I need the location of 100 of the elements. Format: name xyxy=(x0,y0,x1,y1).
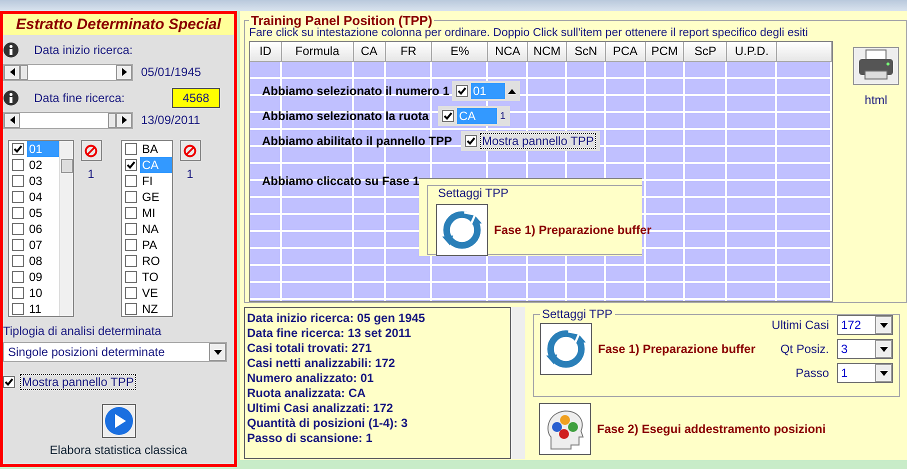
list-item[interactable]: 04 xyxy=(27,189,59,205)
list-item[interactable]: PA xyxy=(140,237,172,253)
value-dropdown[interactable]: 3 xyxy=(837,339,893,359)
checkbox[interactable] xyxy=(125,191,137,203)
checkbox[interactable] xyxy=(12,287,24,299)
caret-icon[interactable] xyxy=(880,346,888,352)
checkbox[interactable] xyxy=(12,191,24,203)
checkbox[interactable] xyxy=(442,110,454,122)
list-item[interactable]: 11 xyxy=(27,301,59,317)
checkbox[interactable] xyxy=(3,376,15,388)
hint-text: Fare click su intestazione colonna per ordinare. Doppio Click sull'item per ottenere il report specifico degli esiti xyxy=(249,27,809,39)
checkbox[interactable] xyxy=(12,223,24,235)
column-header[interactable]: NCA xyxy=(488,42,528,62)
caret-icon[interactable] xyxy=(214,350,222,354)
field-label: Tiplogia di analisi determinata xyxy=(3,324,162,338)
right-arrow-icon[interactable] xyxy=(122,116,126,124)
checkbox[interactable] xyxy=(12,175,24,187)
checkbox[interactable] xyxy=(125,223,137,235)
column-header[interactable]: ScP xyxy=(684,42,728,62)
checkbox-label[interactable]: Mostra pannello TPP xyxy=(20,374,136,390)
tutorial-step: Abbiamo cliccato su Fase 1 xyxy=(262,174,420,188)
column-header[interactable]: ID xyxy=(250,42,282,62)
list-item[interactable]: MI xyxy=(140,205,172,221)
info-icon[interactable] xyxy=(3,42,19,58)
column-header[interactable]: NCM xyxy=(528,42,567,62)
analysis-dropdown[interactable]: Singole posizioni determinate xyxy=(3,342,227,362)
column-header[interactable]: PCM xyxy=(646,42,684,62)
left-arrow-icon[interactable] xyxy=(10,116,14,124)
checkbox[interactable] xyxy=(456,85,468,97)
list-item[interactable]: 05 xyxy=(27,205,59,221)
checkbox-list[interactable]: 01 02 03 04 05 06 07 08 09 10 11 xyxy=(8,140,74,317)
panel-title: Training Panel Position (TPP) xyxy=(250,13,434,28)
checkbox[interactable] xyxy=(125,207,137,219)
date-slider[interactable] xyxy=(3,64,133,80)
summary-line: Ruota analizzata: CA xyxy=(247,386,367,401)
checkbox[interactable] xyxy=(12,255,24,267)
list-item[interactable]: FI xyxy=(140,173,172,189)
checkbox[interactable] xyxy=(465,135,477,147)
caret-icon[interactable] xyxy=(880,370,888,376)
checkbox[interactable] xyxy=(12,239,24,251)
left-arrow-icon[interactable] xyxy=(10,68,14,76)
play-button[interactable] xyxy=(102,404,136,438)
column-header[interactable]: U.P.D. xyxy=(727,42,778,62)
list-item[interactable]: GE xyxy=(140,189,172,205)
list-item[interactable]: NZ xyxy=(140,301,172,317)
checkbox[interactable] xyxy=(12,143,24,155)
slider-thumb[interactable] xyxy=(108,112,116,128)
list-item[interactable]: 02 xyxy=(27,157,59,173)
clear-button[interactable] xyxy=(180,140,200,161)
slider-thumb[interactable] xyxy=(20,64,28,80)
list-item[interactable]: BA xyxy=(140,141,172,157)
date-slider[interactable] xyxy=(3,112,133,128)
column-header[interactable]: E% xyxy=(432,42,488,62)
checkbox[interactable] xyxy=(12,207,24,219)
column-header[interactable]: FR xyxy=(386,42,432,62)
summary-line: Data inizio ricerca: 05 gen 1945 xyxy=(247,311,426,326)
list-item[interactable]: 08 xyxy=(27,253,59,269)
summary-line: Casi netti analizzabili: 172 xyxy=(247,356,396,371)
group-title: Settaggi TPP xyxy=(436,186,510,200)
list-item[interactable]: 06 xyxy=(27,221,59,237)
list-item[interactable]: 10 xyxy=(27,285,59,301)
phase1-button[interactable] xyxy=(540,323,592,375)
value-dropdown[interactable]: 1 xyxy=(837,363,893,383)
column-header[interactable]: CA xyxy=(354,42,386,62)
printer-button[interactable] xyxy=(853,47,899,85)
checkbox[interactable] xyxy=(125,303,137,315)
info-icon[interactable] xyxy=(3,90,19,106)
summary-line: Casi totali trovati: 271 xyxy=(247,341,373,356)
list-item[interactable]: TO xyxy=(140,269,172,285)
column-header[interactable]: Formula xyxy=(282,42,354,62)
column-header[interactable]: ScN xyxy=(566,42,606,62)
checkbox[interactable] xyxy=(12,303,24,315)
column-header[interactable]: PCA xyxy=(606,42,646,62)
checkbox[interactable] xyxy=(125,287,137,299)
checkbox[interactable] xyxy=(125,271,137,283)
caret-icon[interactable] xyxy=(880,322,888,328)
checkbox[interactable] xyxy=(125,255,137,267)
phase2-button[interactable] xyxy=(539,403,591,455)
list-item[interactable]: RO xyxy=(140,253,172,269)
list-item[interactable]: 03 xyxy=(27,173,59,189)
selection-count: 1 xyxy=(500,110,506,122)
checkbox[interactable] xyxy=(125,239,137,251)
checkbox[interactable] xyxy=(12,159,24,171)
checkbox[interactable] xyxy=(125,143,137,155)
checkbox-list[interactable]: BA CA FI GE MI NA PA RO TO VE NZ xyxy=(121,140,173,317)
right-arrow-icon[interactable] xyxy=(122,68,126,76)
results-grid[interactable] xyxy=(249,41,833,302)
clear-button[interactable] xyxy=(80,140,102,161)
list-item[interactable]: 07 xyxy=(27,237,59,253)
list-item[interactable]: VE xyxy=(140,285,172,301)
phase-label: Fase 1) Preparazione buffer xyxy=(494,223,652,237)
checkbox[interactable] xyxy=(12,271,24,283)
scrollbar[interactable] xyxy=(59,141,73,316)
checkbox[interactable] xyxy=(125,159,137,171)
checkbox[interactable] xyxy=(125,175,137,187)
list-item[interactable]: NA xyxy=(140,221,172,237)
value-dropdown[interactable]: 172 xyxy=(837,315,893,335)
list-item[interactable]: 09 xyxy=(27,269,59,285)
scrollbar[interactable] xyxy=(511,307,525,459)
tutorial-step: Abbiamo selezionato la ruota xyxy=(262,109,429,123)
